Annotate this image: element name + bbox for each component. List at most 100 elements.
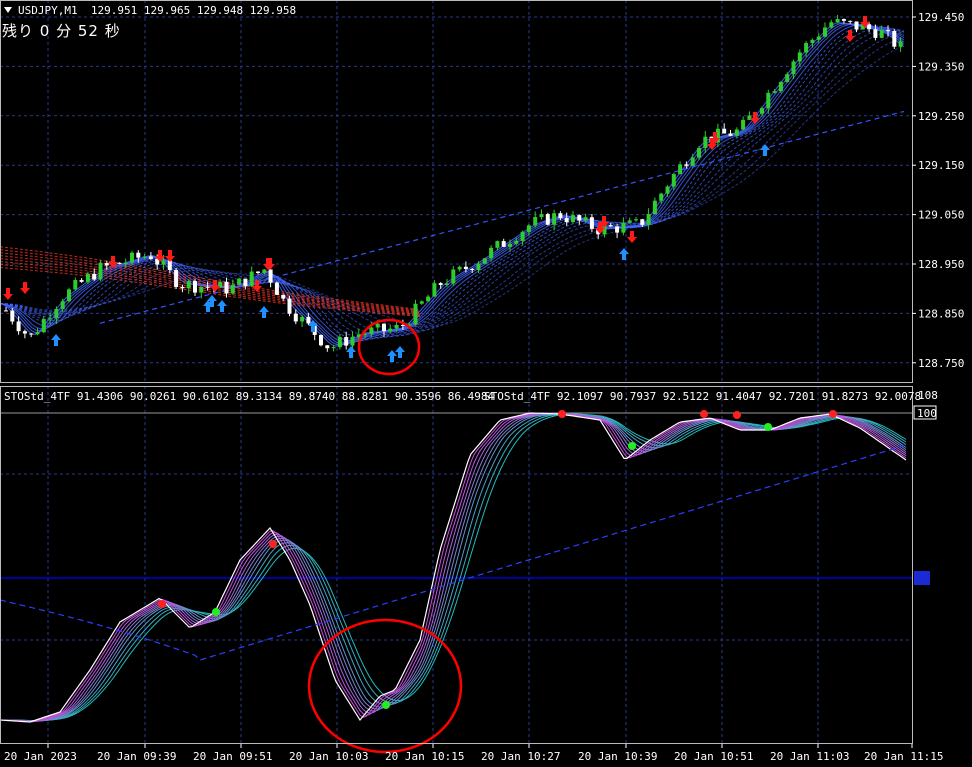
candle — [375, 323, 380, 328]
candle — [199, 286, 204, 293]
candle — [142, 256, 147, 258]
signal-dot — [733, 411, 741, 419]
candle — [445, 283, 449, 285]
buy-arrow-icon — [346, 346, 356, 358]
candle — [293, 313, 298, 322]
candle — [92, 273, 97, 280]
candle — [627, 220, 632, 223]
signal-arrows — [3, 16, 870, 362]
candle — [608, 225, 613, 227]
candle — [300, 316, 305, 322]
candle — [489, 247, 494, 259]
candle — [684, 164, 689, 166]
sell-arrow-icon — [20, 282, 30, 294]
candle — [760, 108, 764, 114]
candle — [344, 337, 349, 346]
candle — [848, 20, 853, 22]
candle — [703, 136, 708, 148]
candle — [734, 129, 739, 136]
candle — [646, 214, 651, 225]
candle — [690, 157, 695, 166]
signal-dot — [700, 410, 708, 418]
candle — [325, 345, 330, 349]
candle — [85, 273, 90, 282]
signal-dot — [212, 608, 220, 616]
candlesticks — [4, 14, 903, 352]
candle — [640, 219, 645, 225]
candle — [508, 243, 512, 247]
candle — [482, 258, 487, 264]
price-tick-label: 129.350 — [918, 60, 964, 73]
candle — [634, 219, 638, 221]
candle — [766, 92, 771, 109]
candle — [728, 133, 733, 136]
sell-arrow-icon — [210, 280, 220, 292]
symbol-name: USDJPY,M1 — [18, 4, 78, 17]
indicator-label-1: STOStd_4TF 91.4306 90.0261 90.6102 89.31… — [4, 390, 495, 403]
candle — [892, 30, 897, 47]
signal-dot — [158, 600, 166, 608]
chart-grid — [0, 0, 912, 744]
buy-arrow-icon — [217, 300, 227, 312]
time-tick-label: 20 Jan 09:51 — [193, 750, 272, 763]
candle — [835, 19, 840, 23]
candle — [319, 334, 323, 346]
ohlc-values: 129.951 129.965 129.948 129.958 — [90, 4, 297, 17]
buy-arrow-icon — [619, 248, 629, 260]
candle — [741, 119, 746, 130]
candle — [274, 282, 279, 295]
candle — [501, 241, 506, 247]
candle — [823, 27, 827, 37]
time-tick-label: 20 Jan 10:39 — [578, 750, 657, 763]
time-tick-label: 20 Jan 11:15 — [864, 750, 943, 763]
candle — [432, 283, 437, 297]
candle — [810, 39, 815, 44]
candle — [886, 30, 890, 32]
candle — [256, 271, 260, 273]
candle — [873, 29, 878, 38]
buy-arrow-icon — [760, 144, 770, 156]
candle — [10, 310, 15, 322]
candle — [54, 308, 59, 319]
candle — [237, 278, 242, 285]
time-tick-label: 20 Jan 11:03 — [770, 750, 849, 763]
candle — [457, 266, 462, 270]
candle — [388, 328, 393, 332]
candle — [167, 260, 172, 271]
candle — [268, 269, 273, 283]
candle — [394, 324, 399, 329]
candle — [558, 213, 563, 219]
candle — [804, 43, 809, 53]
candle — [243, 278, 248, 287]
candle — [35, 332, 40, 335]
highlight-circle-price — [357, 318, 421, 376]
candle — [564, 218, 569, 223]
candle — [747, 115, 752, 120]
candle — [621, 222, 626, 233]
candle — [671, 173, 676, 187]
price-tick-label: 129.250 — [918, 110, 964, 123]
candle — [652, 200, 657, 215]
candle — [193, 281, 197, 293]
candle — [898, 41, 903, 47]
candle — [816, 36, 821, 40]
candle — [797, 52, 802, 62]
candle — [249, 271, 254, 287]
candle — [287, 298, 292, 314]
price-tick-label: 128.850 — [918, 307, 964, 320]
candle — [426, 296, 431, 302]
candle — [785, 74, 790, 83]
symbol-header[interactable]: USDJPY,M1 129.951 129.965 129.948 129.95… — [4, 4, 296, 17]
bar-countdown-timer: 残り 0 分 52 秒 — [2, 22, 121, 40]
time-tick-label: 20 Jan 10:15 — [385, 750, 464, 763]
candle — [451, 269, 456, 284]
candle — [879, 30, 884, 38]
dropdown-icon[interactable] — [4, 7, 12, 13]
candle — [331, 347, 336, 349]
candle — [829, 22, 834, 28]
trading-chart[interactable]: 129.450 129.350 129.250 129.150 129.050 128.9… — [0, 0, 972, 767]
candle — [337, 337, 342, 348]
price-tick-label: 129.050 — [918, 209, 964, 222]
candle — [463, 266, 468, 269]
moving-average-bands — [0, 22, 905, 347]
